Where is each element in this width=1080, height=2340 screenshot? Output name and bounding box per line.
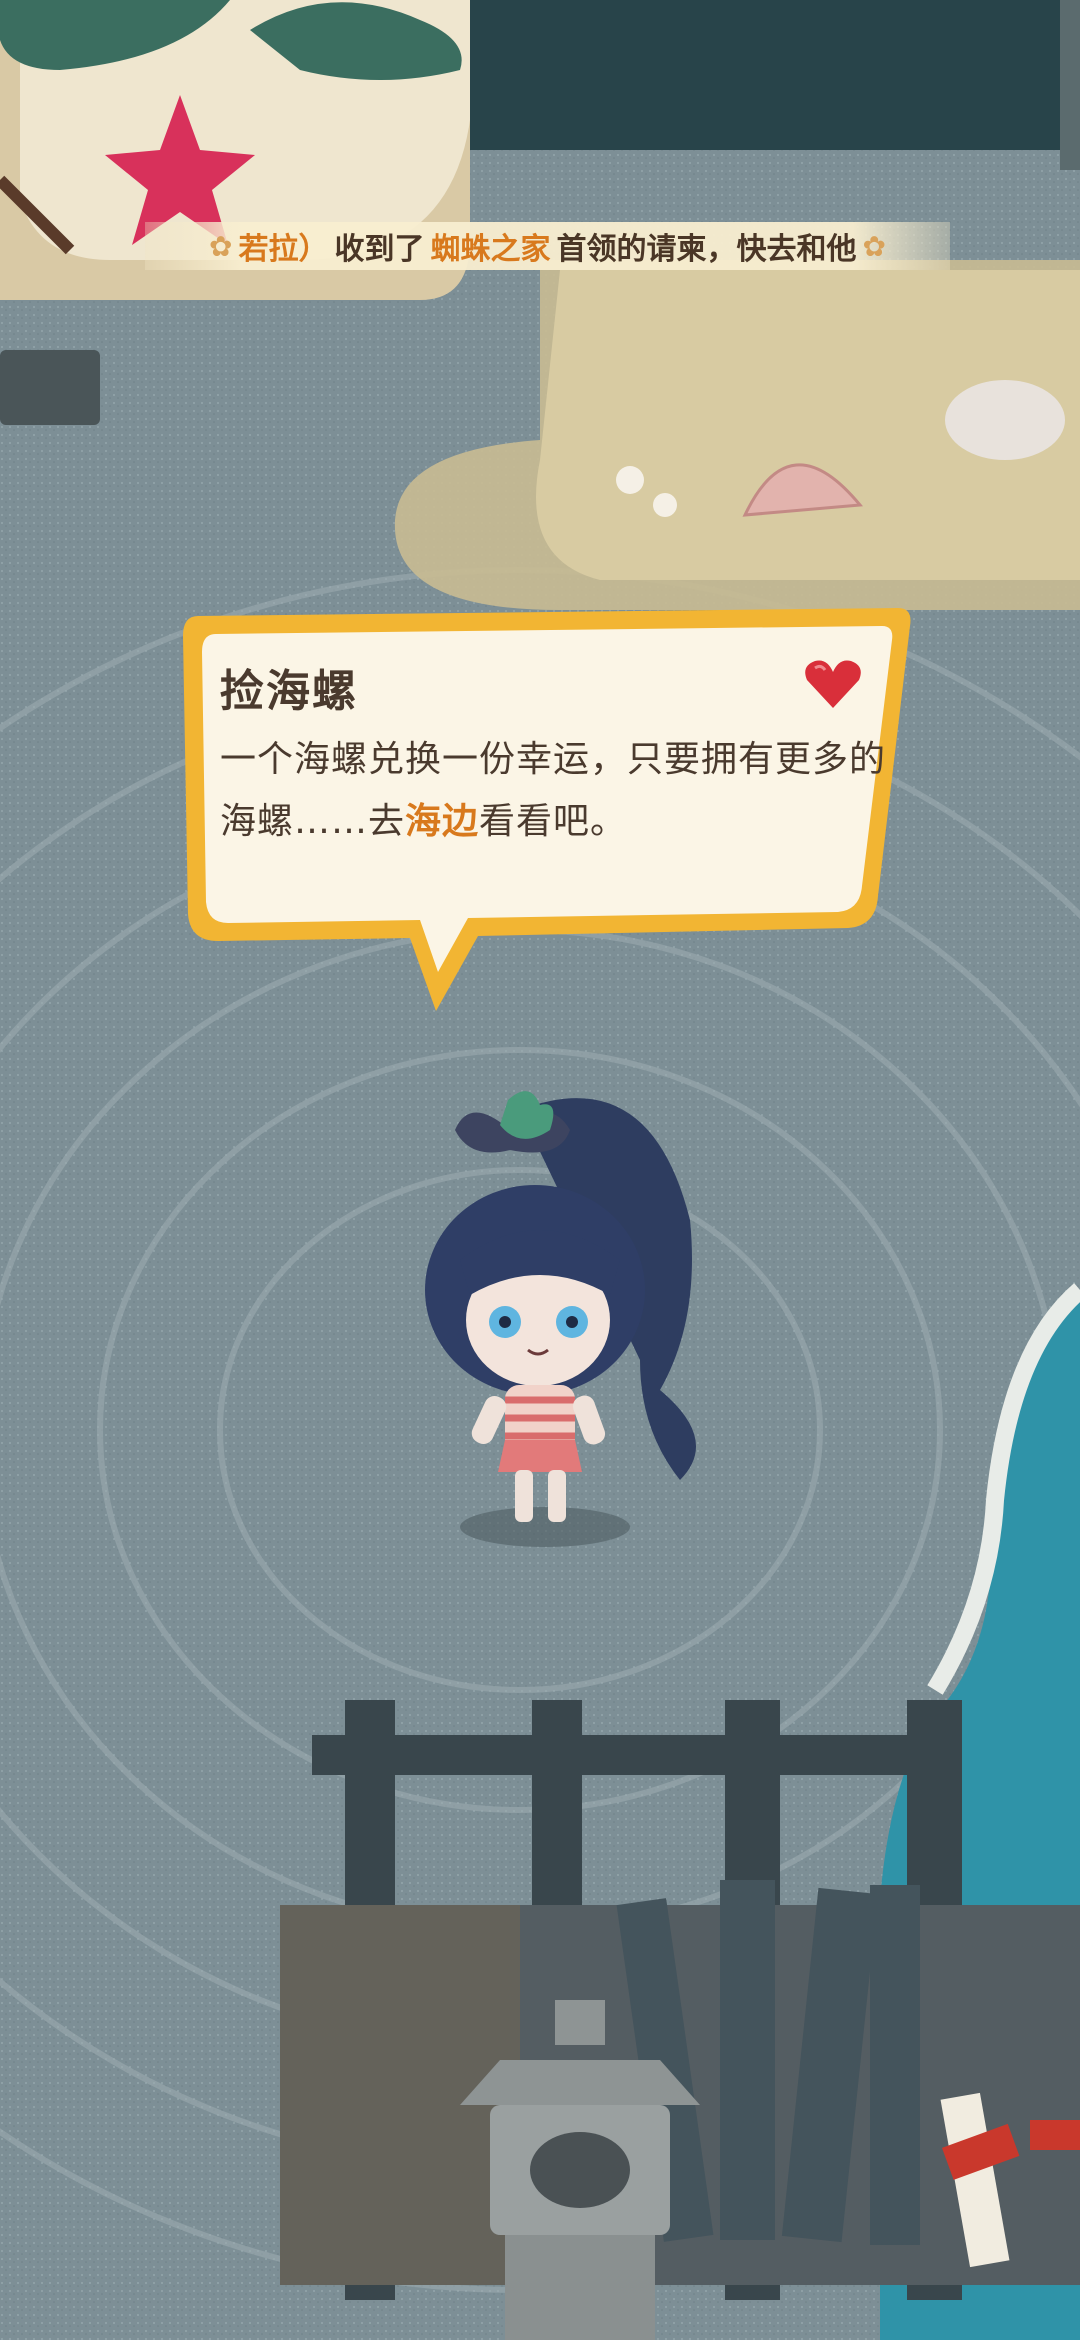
flower-icon: ✿ <box>862 229 886 263</box>
banner-text-end: 首领的请柬，快去和他 <box>556 232 857 267</box>
quest-description: 一个海螺兑换一份幸运，只要拥有更多的海螺……去海边看看吧。 <box>220 729 900 853</box>
event-notification-banner[interactable]: ✿ 若拉） 收到了 蜘蛛之家 首领的请柬，快去和他 ✿ <box>145 222 950 270</box>
quest-title: 捡海螺 <box>220 666 358 717</box>
quest-text-block: 捡海螺 一个海螺兑换一份幸运，只要拥有更多的海螺……去海边看看吧。 <box>220 655 900 853</box>
game-scene-background <box>0 0 1080 2340</box>
banner-name: 若拉） <box>238 232 329 267</box>
quest-body-2: 看看吧。 <box>479 801 628 842</box>
flower-icon: ✿ <box>209 229 233 263</box>
banner-place: 蜘蛛之家 <box>430 232 551 267</box>
banner-text-mid: 收到了 <box>334 232 425 267</box>
quest-body-highlight: 海边 <box>405 801 480 842</box>
